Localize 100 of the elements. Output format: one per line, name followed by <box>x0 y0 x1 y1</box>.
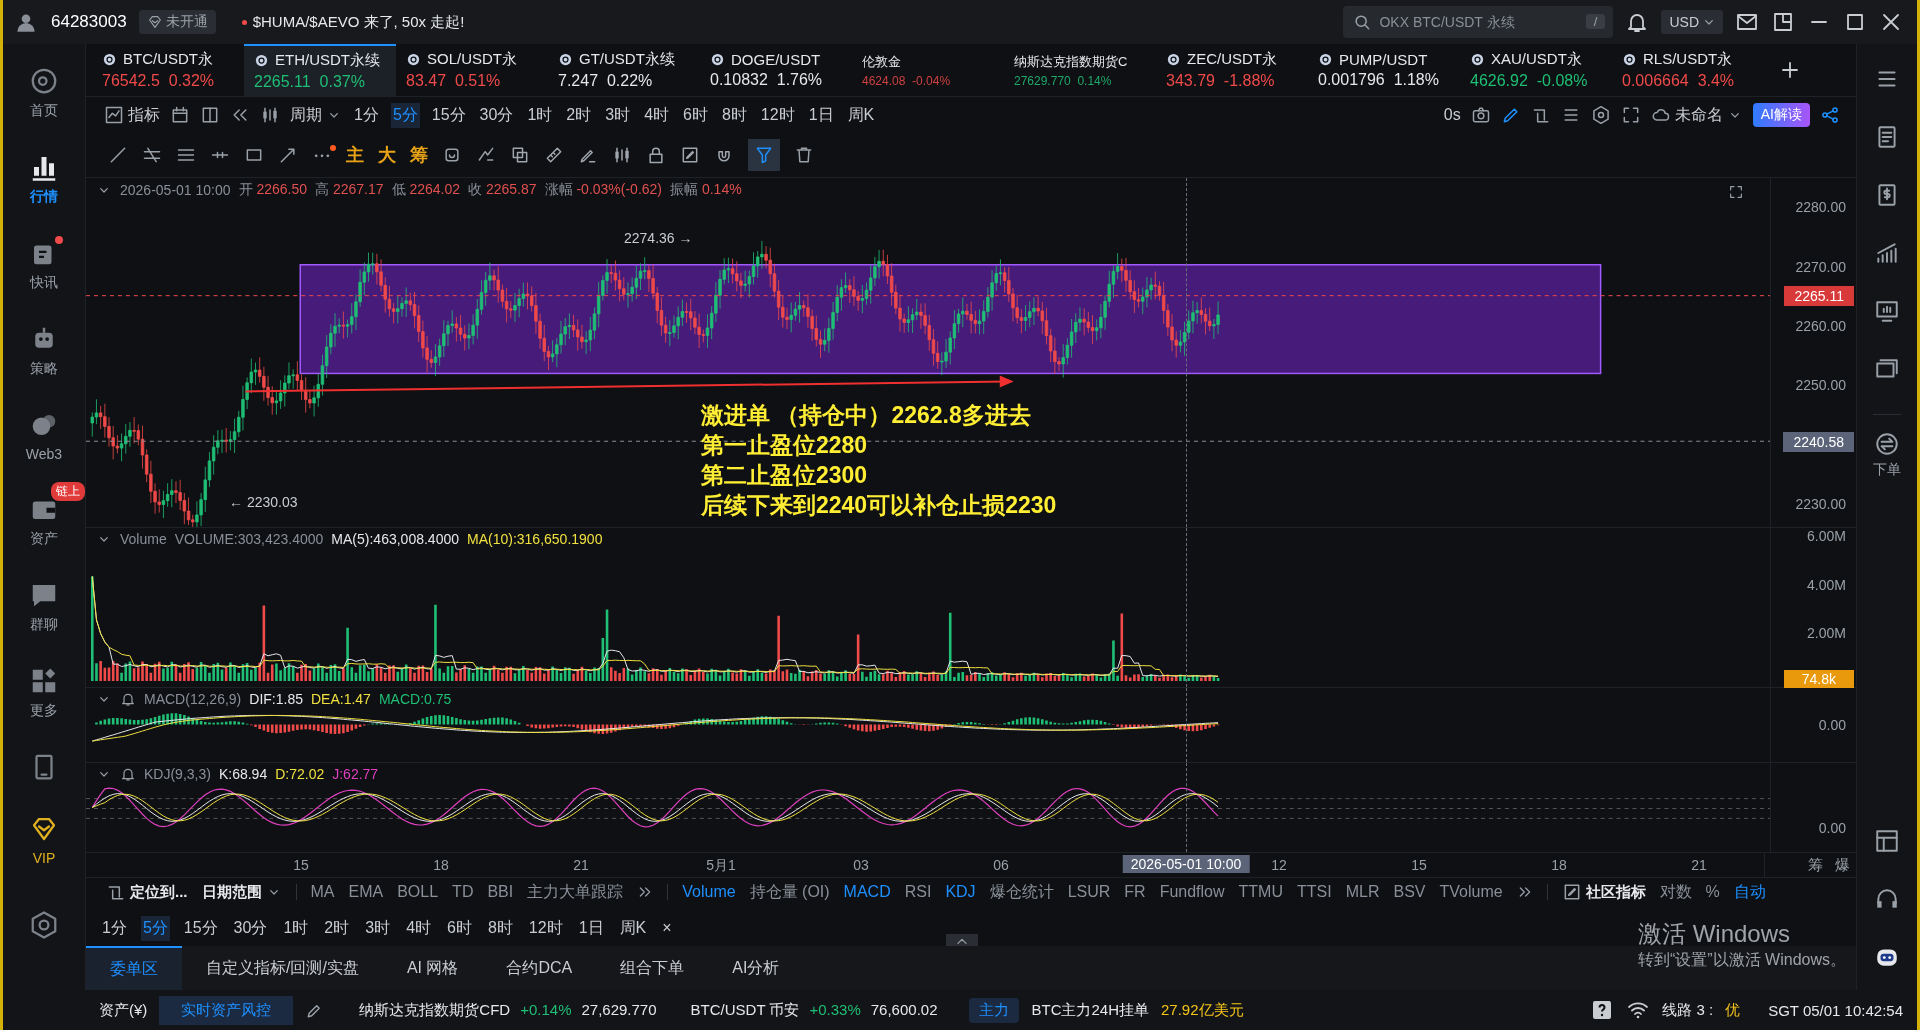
timeframe-tab[interactable]: 12时 <box>758 102 797 128</box>
ticker-tab[interactable]: PUMP/USDT 0.001796 1.18% <box>1308 44 1460 96</box>
settings-icon[interactable] <box>29 910 59 940</box>
order-button[interactable]: 下单 <box>1873 414 1901 479</box>
indicator-tab[interactable]: FR <box>1124 883 1146 901</box>
parallel-lines-icon[interactable] <box>142 145 162 165</box>
ticker-tab[interactable]: XAU/USDT永 4626.92 -0.08% <box>1460 44 1612 96</box>
split-view-icon[interactable] <box>200 105 220 125</box>
date-range-dropdown[interactable]: 日期范围 <box>201 882 282 902</box>
layout-icon[interactable] <box>1874 828 1900 854</box>
timeframe-tab[interactable]: 周K <box>845 102 877 128</box>
indicator-tab[interactable]: EMA <box>348 883 384 901</box>
ticker-tab[interactable]: SOL/USDT永 83.47 0.51% <box>396 44 548 96</box>
sidebar-item[interactable]: 策略 <box>29 324 59 378</box>
timeframe-tab[interactable]: 1日 <box>806 102 836 128</box>
candle-type-icon[interactable] <box>260 105 280 125</box>
sidebar-item[interactable]: 更多 <box>29 666 59 720</box>
currency-dropdown[interactable]: USD <box>1661 10 1723 34</box>
indicator-tab[interactable]: TD <box>452 883 474 901</box>
sidebar-item[interactable]: 行情 <box>29 152 59 206</box>
indicator-tab[interactable]: Fundflow <box>1159 883 1225 901</box>
period-dropdown[interactable]: 周期 <box>290 104 342 126</box>
timeframe-tab[interactable]: 15分 <box>429 102 468 128</box>
log-scale-button[interactable]: 对数 <box>1659 881 1692 903</box>
alert-icon[interactable] <box>120 766 136 782</box>
layout-dropdown[interactable]: 未命名 <box>1650 104 1743 126</box>
corner-button[interactable]: 爆 <box>1835 855 1850 875</box>
timeframe-tab[interactable]: 30分 <box>477 102 516 128</box>
lock-icon[interactable] <box>646 145 666 165</box>
growth-chart-icon[interactable] <box>1874 240 1900 266</box>
trend-arrow[interactable] <box>244 375 1014 393</box>
indicator-tab[interactable]: LSUR <box>1067 883 1111 901</box>
line-icon[interactable] <box>108 145 128 165</box>
timeframe-tab[interactable]: 2时 <box>322 915 352 941</box>
indicator-button[interactable]: 指标 <box>104 104 160 126</box>
indicator-tab[interactable]: KDJ <box>945 883 976 901</box>
timeframe-tab[interactable]: 30分 <box>231 915 270 941</box>
timeframe-tab[interactable]: 1分 <box>352 102 381 128</box>
panel-tab[interactable]: AI分析 <box>708 946 804 990</box>
community-indicator-button[interactable]: 社区指标 <box>1561 882 1646 902</box>
auto-scale-button[interactable]: 自动 <box>1733 881 1766 903</box>
timeframe-tab[interactable]: 3时 <box>603 102 633 128</box>
timeframe-tab[interactable]: 6时 <box>445 915 474 941</box>
range-box[interactable] <box>299 264 1602 375</box>
percent-button[interactable]: % <box>1705 883 1720 901</box>
ticker-tab[interactable]: ETH/USDT永续 2265.11 0.37% <box>244 44 396 96</box>
copy-icon[interactable] <box>510 145 530 165</box>
panel-tab[interactable]: 组合下单 <box>596 946 709 990</box>
edit-icon[interactable] <box>680 145 700 165</box>
sidebar-item[interactable]: 群聊 <box>29 580 59 634</box>
share-icon[interactable] <box>1820 105 1840 125</box>
settings-icon[interactable] <box>1590 105 1611 125</box>
timeframe-tab[interactable]: 1分 <box>100 915 129 941</box>
ticker-tab[interactable]: ZEC/USDT永 343.79 -1.88% <box>1156 44 1308 96</box>
ai-button[interactable]: AI解读 <box>1752 103 1810 127</box>
indicator-tab[interactable]: TVolume <box>1439 883 1503 901</box>
expand-icon[interactable] <box>1728 184 1744 200</box>
indicator-tab[interactable]: BSV <box>1393 883 1426 901</box>
camera-icon[interactable] <box>1470 105 1491 125</box>
panel-tab[interactable]: 合约DCA <box>482 946 597 990</box>
timeframe-tab[interactable]: 2时 <box>564 102 594 128</box>
ticker-tab[interactable]: 纳斯达克指数期货C 27629.770 0.14% <box>1004 44 1156 96</box>
calendar-icon[interactable] <box>170 105 190 125</box>
timeframe-tab[interactable]: 5分 <box>140 915 170 941</box>
ticker-tab[interactable]: 伦敦金 4624.08 -0.04% <box>852 44 1004 96</box>
ticker-tab[interactable]: DOGE/USDT 0.10832 1.76% <box>700 44 852 96</box>
monitor-chart-icon[interactable] <box>1874 298 1900 324</box>
tool-button[interactable]: 主 <box>346 143 364 167</box>
indicator-tab[interactable]: Volume <box>682 883 736 901</box>
timeframe-tab[interactable]: 1日 <box>576 915 606 941</box>
panel-tab[interactable]: 委单区 <box>86 946 182 990</box>
filter-icon[interactable] <box>748 139 780 171</box>
timeframe-tab[interactable]: 12时 <box>526 915 565 941</box>
panel-tab[interactable]: 自定义指标/回测/实盘 <box>182 946 383 990</box>
indicator-tab[interactable]: MLR <box>1345 883 1380 901</box>
indicator-tab[interactable]: MACD <box>843 883 891 901</box>
timeframe-tab[interactable]: 4时 <box>642 102 672 128</box>
timeframe-tab[interactable]: 1时 <box>281 915 311 941</box>
corner-button[interactable]: 筹 <box>1808 855 1823 875</box>
close-button[interactable]: × <box>660 917 674 939</box>
timeframe-tab[interactable]: 15分 <box>181 915 220 941</box>
indicator-tab[interactable]: 持仓量 (OI) <box>749 881 830 903</box>
news-ticker[interactable]: $HUMA/$AEVO 来了, 50x 走起! <box>252 12 465 32</box>
ticker-tab[interactable]: GT/USDT永续 7.247 0.22% <box>548 44 700 96</box>
ruler-icon[interactable] <box>544 145 564 165</box>
indicator-tab[interactable]: 主力大单跟踪 <box>527 881 624 903</box>
sidebar-item[interactable]: Web3 <box>25 410 63 462</box>
timeframe-tab[interactable]: 4时 <box>404 915 434 941</box>
ticker-tab[interactable]: RLS/USDT永 0.006664 3.4% <box>1612 44 1764 96</box>
risk-control-button[interactable]: 实时资产风控 <box>159 995 294 1025</box>
indicator-tab[interactable]: TTMU <box>1238 883 1283 901</box>
timeframe-tab[interactable]: 6时 <box>681 102 710 128</box>
arrow-line-icon[interactable] <box>278 145 298 165</box>
locate-button[interactable]: 定位到... <box>106 882 188 902</box>
indicator-tab[interactable]: BBI <box>487 883 514 901</box>
ticker-tab[interactable]: BTC/USDT永 76542.5 0.32% <box>92 44 244 96</box>
tool-button[interactable]: 大 <box>378 143 396 167</box>
indicator-tab[interactable]: BOLL <box>397 883 439 901</box>
timeframe-tab[interactable]: 周K <box>617 915 649 941</box>
alert-icon[interactable] <box>120 691 136 707</box>
